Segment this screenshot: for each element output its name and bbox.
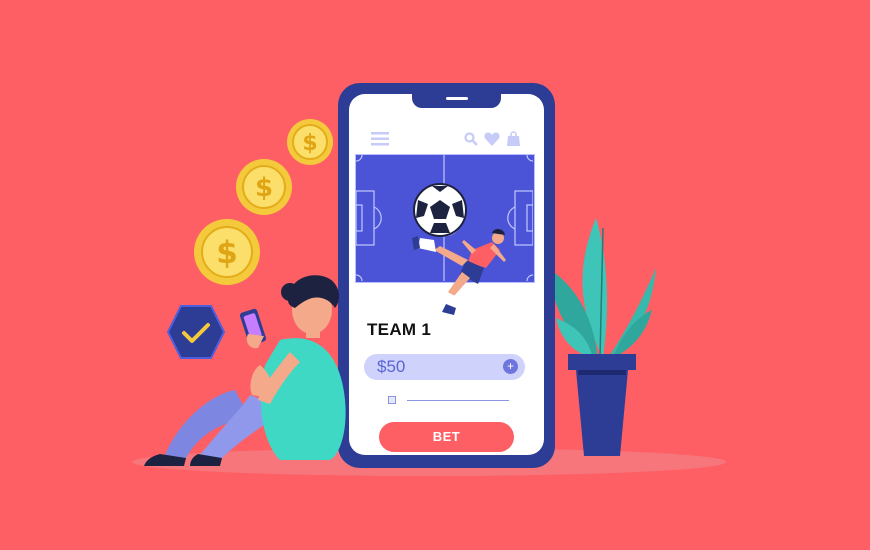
plus-icon[interactable]: + [503, 359, 518, 374]
phone-notch [412, 94, 501, 108]
svg-text:$: $ [302, 131, 317, 156]
heart-icon[interactable] [484, 132, 500, 146]
phone-speaker [446, 97, 468, 100]
bag-icon[interactable] [507, 131, 520, 146]
svg-text:$: $ [216, 235, 238, 271]
menu-icon[interactable] [371, 132, 389, 146]
bet-slider[interactable] [407, 400, 509, 401]
dollar-coin-icon: $ [287, 119, 333, 165]
soccer-player-illustration [412, 183, 506, 315]
search-icon[interactable] [464, 132, 478, 146]
team-title: TEAM 1 [367, 320, 432, 339]
bet-amount-value: $50 [377, 357, 406, 376]
bet-amount-field[interactable]: $50 + [364, 354, 525, 380]
option-checkbox[interactable] [388, 396, 396, 404]
bet-button[interactable]: BET [379, 422, 514, 452]
dollar-coin-icon: $ [236, 159, 292, 215]
svg-text:$: $ [255, 173, 273, 203]
plant-illustration [548, 218, 656, 456]
person-illustration [144, 275, 346, 466]
